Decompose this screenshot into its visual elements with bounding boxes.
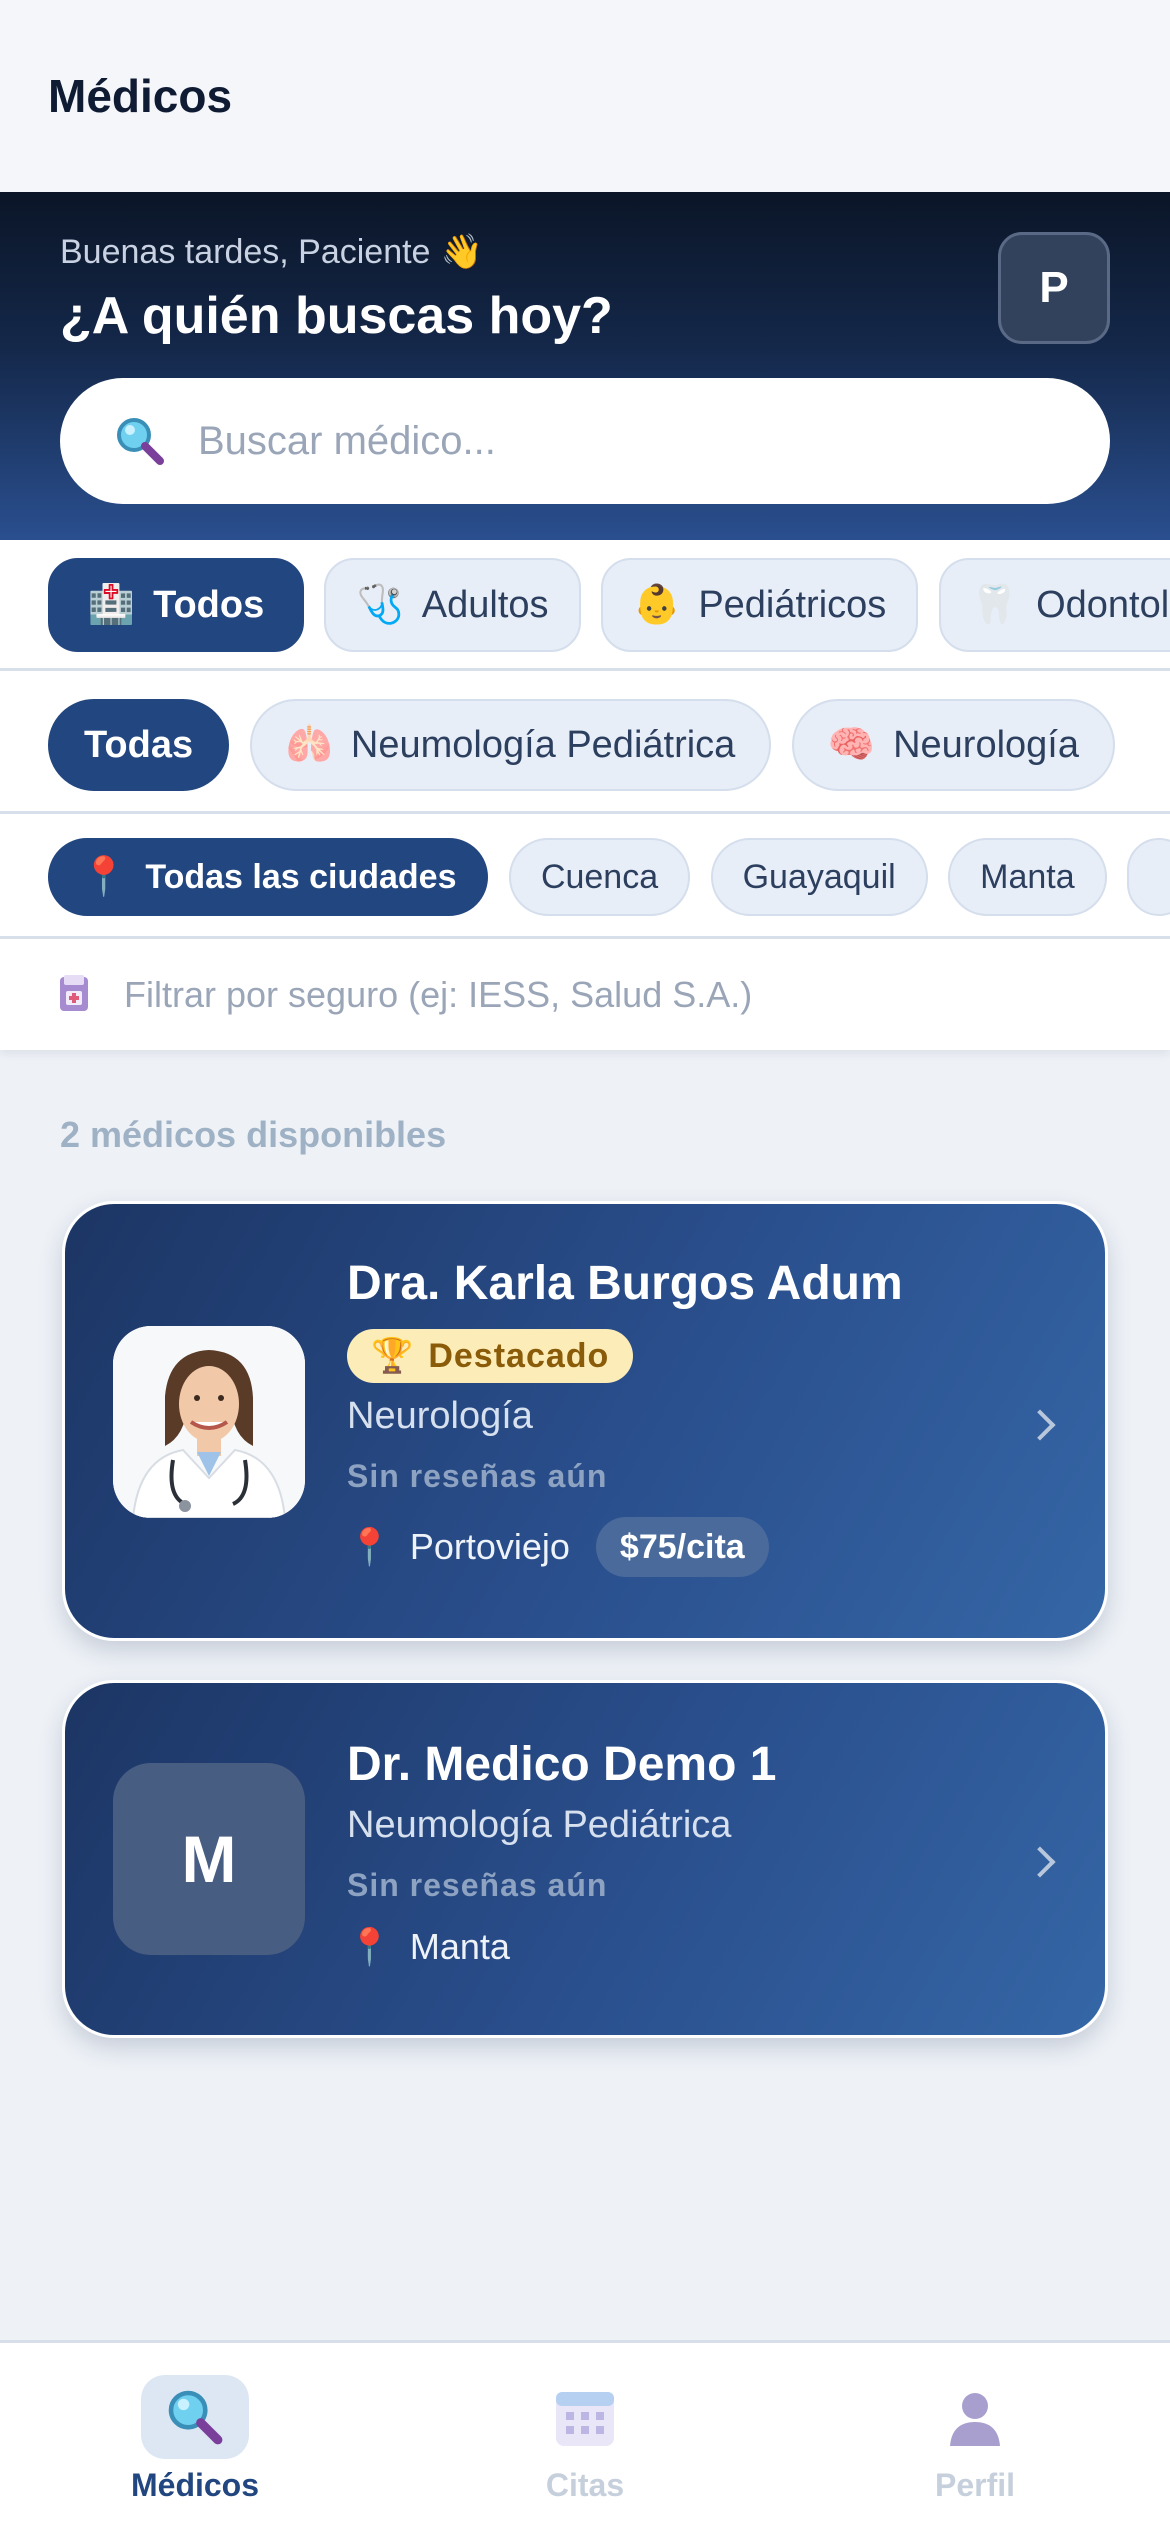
- pin-icon: 📍: [347, 1526, 392, 1567]
- tab-icon-wrap: [531, 2375, 639, 2459]
- tab-citas[interactable]: Citas: [390, 2343, 780, 2532]
- hero-question: ¿A quién buscas hoy?: [60, 287, 613, 345]
- tab-label: Citas: [545, 2467, 625, 2497]
- doctor-name: Dr. Medico Demo 1: [347, 1738, 777, 1791]
- magnifier-icon: [168, 2390, 223, 2445]
- calendar-icon: [556, 2392, 614, 2446]
- chip-label: Cuenca: [540, 857, 659, 896]
- doctor-reviews: Sin reseñas aún: [347, 1458, 608, 1494]
- tab-label: Médicos: [130, 2467, 260, 2497]
- search-bar[interactable]: [60, 378, 1110, 504]
- tab-icon-wrap: [921, 2375, 1029, 2459]
- chip-label: Todas las ciudades: [145, 857, 457, 896]
- doctor-meta: 📍 Manta: [347, 1926, 776, 1968]
- tab-icon-wrap: [141, 2375, 249, 2459]
- doctor-card[interactable]: Dra. Karla Burgos Adum 🏆 Destacado Neuro…: [62, 1201, 1108, 1641]
- doctor-name: Dra. Karla Burgos Adum: [347, 1257, 903, 1310]
- badge-label: Destacado: [428, 1336, 610, 1375]
- chip-label: Todas: [84, 723, 194, 766]
- tab-label: Perfil: [934, 2467, 1016, 2497]
- category-chip-odontologicos[interactable]: 🦷 Odontológicos: [938, 558, 1170, 652]
- doctor-info: Dr. Medico Demo 1 Neumología Pediátrica …: [347, 1737, 776, 1968]
- chevron-right-icon: [1024, 1846, 1056, 1878]
- price-badge: $75/cita: [595, 1517, 769, 1577]
- baby-icon: 👶: [632, 584, 681, 626]
- category-chip-pediatricos[interactable]: 👶 Pediátricos: [600, 558, 919, 652]
- doctor-meta: 📍 Portoviejo $75/cita: [347, 1517, 903, 1577]
- category-chip-todos[interactable]: 🏥 Todos: [48, 558, 304, 652]
- results-count: 2 médicos disponibles: [60, 1114, 447, 1155]
- chip-label: Adultos: [421, 583, 549, 626]
- chevron-right-icon: [1024, 1409, 1056, 1441]
- insurance-icon: [60, 974, 88, 1011]
- city-filter-row: 📍 Todas las ciudades Cuenca Guayaquil Ma…: [0, 814, 1170, 939]
- lungs-icon: 🫁: [285, 724, 333, 766]
- tab-medicos[interactable]: Médicos: [0, 2343, 390, 2532]
- pin-icon: 📍: [80, 856, 128, 898]
- city-chip-more[interactable]: [1127, 838, 1170, 916]
- insurance-filter[interactable]: [0, 939, 1170, 1050]
- doctor-specialty: Neurología: [347, 1395, 533, 1437]
- person-icon: [950, 2393, 1000, 2446]
- city-chip-todas[interactable]: 📍 Todas las ciudades: [48, 838, 489, 916]
- chip-label: Todos: [153, 583, 265, 626]
- category-chip-adultos[interactable]: 🩺 Adultos: [324, 558, 581, 652]
- trophy-icon: 🏆: [371, 1337, 415, 1375]
- featured-badge: 🏆 Destacado: [347, 1329, 634, 1383]
- doctor-specialty: Neumología Pediátrica: [347, 1804, 732, 1846]
- chip-label: Neumología Pediátrica: [350, 723, 736, 766]
- wave-icon: 👋: [440, 233, 483, 271]
- search-input[interactable]: [198, 418, 1018, 464]
- category-filter-row: 🏥 Todos 🩺 Adultos 👶 Pediátricos 🦷 Odonto…: [0, 540, 1170, 671]
- doctors-screen: Médicos Buenas tardes, Paciente 👋 ¿A qui…: [0, 0, 1170, 2532]
- doctor-info: Dra. Karla Burgos Adum 🏆 Destacado Neuro…: [347, 1256, 903, 1577]
- hero-banner: Buenas tardes, Paciente 👋 ¿A quién busca…: [0, 192, 1170, 540]
- pin-icon: 📍: [347, 1926, 392, 1967]
- doctor-reviews: Sin reseñas aún: [347, 1867, 608, 1903]
- brain-icon: 🧠: [827, 724, 876, 766]
- insurance-input[interactable]: [124, 973, 1124, 1016]
- tooth-icon: 🦷: [970, 584, 1019, 626]
- doctor-location: 📍 Manta: [347, 1926, 510, 1968]
- chip-label: Manta: [980, 857, 1075, 896]
- search-icon: [117, 418, 164, 465]
- tab-perfil[interactable]: Perfil: [780, 2343, 1170, 2532]
- doctor-photo: [113, 1326, 305, 1518]
- chip-label: Pediátricos: [698, 583, 887, 626]
- greeting-text: Buenas tardes, Paciente: [60, 232, 431, 271]
- city-chip-manta[interactable]: Manta: [948, 838, 1107, 916]
- city-chip-cuenca[interactable]: Cuenca: [508, 838, 691, 916]
- navigation-bar: Médicos: [0, 0, 1170, 192]
- chip-label: Guayaquil: [742, 857, 896, 896]
- doctor-location: 📍 Portoviejo: [347, 1526, 570, 1568]
- page-title: Médicos: [48, 70, 233, 122]
- bottom-tab-bar: Médicos Citas Perfil: [0, 2340, 1170, 2532]
- specialty-chip-todas[interactable]: Todas: [48, 699, 230, 791]
- doctor-card[interactable]: M Dr. Medico Demo 1 Neumología Pediátric…: [62, 1680, 1108, 2038]
- city-label: Manta: [409, 1926, 510, 1967]
- city-chip-guayaquil[interactable]: Guayaquil: [710, 838, 928, 916]
- city-label: Portoviejo: [409, 1526, 570, 1567]
- doctor-initial-avatar: M: [113, 1763, 305, 1955]
- greeting: Buenas tardes, Paciente 👋: [60, 232, 1110, 272]
- specialty-filter-row: Todas 🫁 Neumología Pediátrica 🧠 Neurolog…: [0, 671, 1170, 814]
- hospital-icon: 🏥: [87, 584, 136, 626]
- chip-label: Neurología: [893, 723, 1079, 766]
- profile-avatar-button[interactable]: P: [998, 232, 1110, 344]
- chip-label: Odontológicos: [1036, 583, 1170, 626]
- specialty-chip-neumologia-pediatrica[interactable]: 🫁 Neumología Pediátrica: [249, 699, 772, 791]
- specialty-chip-neurologia[interactable]: 🧠 Neurología: [791, 699, 1115, 791]
- stethoscope-icon: 🩺: [356, 584, 404, 626]
